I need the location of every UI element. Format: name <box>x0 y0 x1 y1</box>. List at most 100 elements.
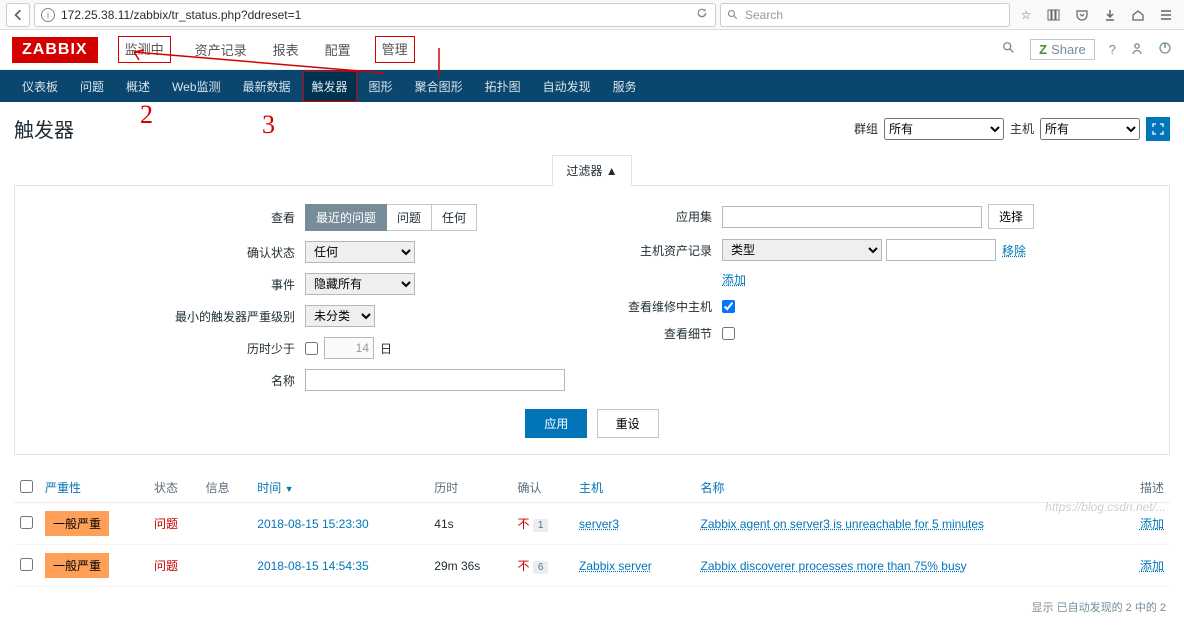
maint-label: 查看维修中主机 <box>592 298 722 315</box>
subnav-problems[interactable]: 问题 <box>70 70 114 103</box>
table-row: 一般严重 问题 2018-08-15 14:54:35 29m 36s 不 6 … <box>14 545 1170 587</box>
table-row: 一般严重 问题 2018-08-15 15:23:30 41s 不 1 serv… <box>14 503 1170 545</box>
details-checkbox[interactable] <box>722 327 735 340</box>
subnav-triggers[interactable]: 触发器 <box>303 71 357 102</box>
page-header: 触发器 群组 所有 主机 所有 <box>0 102 1184 149</box>
min-sev-select[interactable]: 未分类 <box>305 305 375 327</box>
reload-icon[interactable] <box>695 6 709 23</box>
age-checkbox[interactable] <box>305 342 318 355</box>
inv-type-select[interactable]: 类型 <box>722 239 882 261</box>
reset-button[interactable]: 重设 <box>597 409 659 438</box>
app-select-button[interactable]: 选择 <box>988 204 1034 229</box>
ack-count: 6 <box>533 561 549 574</box>
status-text: 问题 <box>154 517 178 531</box>
subnav-discovery[interactable]: 自动发现 <box>533 70 601 103</box>
subnav-maps[interactable]: 拓扑图 <box>475 70 531 103</box>
view-any[interactable]: 任何 <box>432 204 477 231</box>
age-input[interactable] <box>324 337 374 359</box>
maint-checkbox[interactable] <box>722 300 735 313</box>
trigger-name-link[interactable]: Zabbix discoverer processes more than 75… <box>701 559 967 573</box>
view-problems[interactable]: 问题 <box>387 204 432 231</box>
event-select[interactable]: 隐藏所有 <box>305 273 415 295</box>
col-duration: 历时 <box>428 473 511 503</box>
info-icon: i <box>41 8 55 22</box>
col-desc: 描述 <box>1118 473 1170 503</box>
ack-label: 确认状态 <box>15 244 305 261</box>
inv-remove-link[interactable]: 移除 <box>1002 242 1026 259</box>
inv-add-link[interactable]: 添加 <box>722 271 746 288</box>
row-checkbox[interactable] <box>20 516 33 529</box>
view-label: 查看 <box>15 209 305 226</box>
library-icon[interactable] <box>1042 5 1066 25</box>
browser-search[interactable]: Search <box>720 3 1010 27</box>
app-label: 应用集 <box>592 208 722 225</box>
fullscreen-button[interactable] <box>1146 117 1170 141</box>
subnav-screens[interactable]: 聚合图形 <box>405 70 473 103</box>
share-button[interactable]: ZShare <box>1030 39 1095 60</box>
host-select[interactable]: 所有 <box>1040 118 1140 140</box>
host-link[interactable]: Zabbix server <box>579 559 652 573</box>
star-icon[interactable]: ☆ <box>1014 5 1038 25</box>
page-title: 触发器 <box>14 114 854 143</box>
add-desc-link[interactable]: 添加 <box>1140 559 1164 573</box>
main-menu: 监测中 资产记录 报表 配置 管理 <box>118 36 983 63</box>
user-icon[interactable] <box>1130 41 1144 58</box>
trigger-name-link[interactable]: Zabbix agent on server3 is unreachable f… <box>701 517 985 531</box>
search-icon[interactable] <box>1002 41 1016 58</box>
pocket-icon[interactable] <box>1070 5 1094 25</box>
event-label: 事件 <box>15 276 305 293</box>
severity-badge: 一般严重 <box>45 553 109 578</box>
subnav-web[interactable]: Web监测 <box>162 70 230 103</box>
subnav-services[interactable]: 服务 <box>603 70 647 103</box>
logout-icon[interactable] <box>1158 41 1172 58</box>
menu-config[interactable]: 配置 <box>323 36 353 63</box>
group-select[interactable]: 所有 <box>884 118 1004 140</box>
ack-link[interactable]: 不 <box>518 559 530 573</box>
menu-inventory[interactable]: 资产记录 <box>193 36 249 63</box>
col-info: 信息 <box>200 473 252 503</box>
subnav-graphs[interactable]: 图形 <box>359 70 403 103</box>
col-time[interactable]: 时间 ▼ <box>251 473 428 503</box>
duration-text: 29m 36s <box>428 545 511 587</box>
severity-badge: 一般严重 <box>45 511 109 536</box>
home-icon[interactable] <box>1126 5 1150 25</box>
ack-link[interactable]: 不 <box>518 517 530 531</box>
menu-monitoring[interactable]: 监测中 <box>118 36 171 63</box>
select-all-checkbox[interactable] <box>20 480 33 493</box>
url-bar[interactable]: i 172.25.38.11/zabbix/tr_status.php?ddre… <box>34 3 716 27</box>
view-recent[interactable]: 最近的问题 <box>305 204 387 231</box>
row-checkbox[interactable] <box>20 558 33 571</box>
time-link[interactable]: 2018-08-15 14:54:35 <box>257 559 368 573</box>
host-link[interactable]: server3 <box>579 517 619 531</box>
menu-icon[interactable] <box>1154 5 1178 25</box>
subnav-overview[interactable]: 概述 <box>116 70 160 103</box>
help-icon[interactable]: ? <box>1109 42 1116 57</box>
filter-tab[interactable]: 过滤器 ▲ <box>552 155 632 186</box>
app-input[interactable] <box>722 206 982 228</box>
subnav-latest[interactable]: 最新数据 <box>233 70 301 103</box>
apply-button[interactable]: 应用 <box>525 409 587 438</box>
download-icon[interactable] <box>1098 5 1122 25</box>
back-button[interactable] <box>6 3 30 27</box>
details-label: 查看细节 <box>592 325 722 342</box>
col-name[interactable]: 名称 <box>695 473 1119 503</box>
filter-section: 过滤器 ▲ 查看 最近的问题 问题 任何 确认状态 任何 事件 <box>14 155 1170 455</box>
ack-select[interactable]: 任何 <box>305 241 415 263</box>
col-host[interactable]: 主机 <box>573 473 694 503</box>
time-link[interactable]: 2018-08-15 15:23:30 <box>257 517 368 531</box>
add-desc-link[interactable]: 添加 <box>1140 517 1164 531</box>
duration-text: 41s <box>428 503 511 545</box>
col-severity[interactable]: 严重性 <box>39 473 148 503</box>
footer-summary: 显示 已自动发现的 2 中的 2 <box>0 591 1184 629</box>
sub-nav: 仪表板 问题 概述 Web监测 最新数据 触发器 图形 聚合图形 拓扑图 自动发… <box>0 70 1184 102</box>
menu-admin[interactable]: 管理 <box>375 36 415 63</box>
search-icon <box>727 9 739 21</box>
inv-value-input[interactable] <box>886 239 996 261</box>
app-header: ZABBIX 监测中 资产记录 报表 配置 管理 ZShare ? <box>0 30 1184 70</box>
logo[interactable]: ZABBIX <box>12 37 98 63</box>
inv-label: 主机资产记录 <box>592 242 722 259</box>
subnav-dashboard[interactable]: 仪表板 <box>12 70 68 103</box>
name-input[interactable] <box>305 369 565 391</box>
status-text: 问题 <box>154 559 178 573</box>
menu-reports[interactable]: 报表 <box>271 36 301 63</box>
